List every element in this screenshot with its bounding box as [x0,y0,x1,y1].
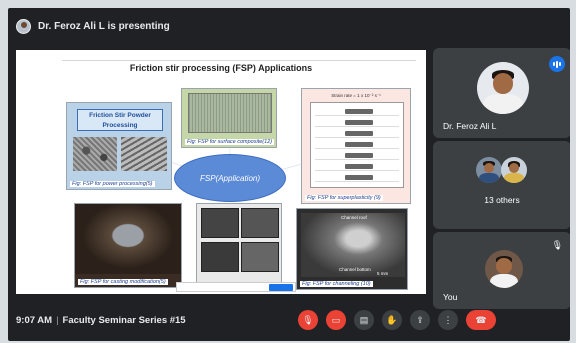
table-row [315,129,399,138]
meeting-info: 9:07 AM | Faculty Seminar Series #15 [16,315,186,326]
meeting-controls: 🎙 ▭ ▤ ✋ ⇪ ⋮ ☎ [298,310,496,330]
fsp-application-label: FSP(Application) [199,173,261,183]
panel-caption: Fig: FSP for surface composite(12) [185,139,275,145]
separator: | [56,315,59,326]
fsp-application-ellipse: FSP(Application) [174,154,286,202]
participant-tile-presenter[interactable]: Dr. Feroz Ali L [433,48,570,138]
micrograph-image [201,242,239,272]
table-row [315,118,399,127]
panel-channeling: Channel roof Channel bottom 5 mm Fig: FS… [296,208,408,290]
more-vert-icon: ⋮ [443,314,453,325]
table-row [315,107,399,116]
panel-powder-title: Friction Stir Powder Processing [77,109,163,131]
panel-caption: Fig: FSP for casting modification(5) [78,279,168,285]
more-options-button[interactable]: ⋮ [438,310,458,330]
camera-toggle-button[interactable]: ▭ [326,310,346,330]
end-call-button[interactable]: ☎ [466,310,496,330]
slide-divider [62,60,416,61]
strain-rate-label: Strain rate = 1 x 10⁻² s⁻¹ [331,93,381,98]
participant-count: 13 others [484,195,520,205]
casting-image [75,204,181,274]
scale-bar-label: 5 mm [377,271,389,276]
micrograph-image [201,208,239,238]
raise-hand-button[interactable]: ✋ [382,310,402,330]
participant-tile-others[interactable]: 13 others [433,141,570,229]
surface-composite-image [188,93,272,133]
panel-micrographs [196,203,282,288]
channel-bottom-label: Channel bottom [339,267,371,272]
end-call-icon: ☎ [475,314,487,325]
control-bar: 9:07 AM | Faculty Seminar Series #15 🎙 ▭ ▤… [8,301,570,341]
panel-surface-composite: Fig: FSP for surface composite(12) [181,88,277,148]
panel-superplasticity: Strain rate = 1 x 10⁻² s⁻¹ Fig: FSP for … [301,88,411,204]
camera-off-icon: ▭ [331,314,341,325]
avatar [476,157,502,183]
present-icon: ⇪ [416,314,424,325]
shared-screen[interactable]: Friction stir processing (FSP) Applicati… [16,50,426,294]
overlay-action-button[interactable] [269,284,293,291]
presenting-banner: Dr. Feroz Ali L is presenting [16,14,170,38]
avatar [477,62,529,114]
table-row [315,140,399,149]
present-button[interactable]: ⇪ [410,310,430,330]
table-row [315,173,399,182]
table-row [315,162,399,171]
meet-window: Dr. Feroz Ali L is presenting Friction s… [8,8,570,341]
meeting-title: Faculty Seminar Series #15 [62,315,186,326]
slide-title: Friction stir processing (FSP) Applicati… [129,63,313,73]
panel-caption: Fig: FSP for power processing(5) [70,181,155,187]
mic-off-icon: 🎙 [551,240,563,250]
panel-casting-modification: Fig: FSP for casting modification(5) [74,203,182,288]
powder-before-image [73,137,117,171]
specimen-table [310,102,404,188]
hand-icon: ✋ [386,314,398,325]
channel-roof-label: Channel roof [341,215,367,220]
clock-time: 9:07 AM [16,315,53,326]
micrograph-image [241,242,279,272]
presenting-text: Dr. Feroz Ali L is presenting [38,20,170,32]
captions-icon: ▤ [359,314,369,325]
mic-toggle-button[interactable]: 🎙 [298,310,318,330]
mic-off-icon: 🎙 [302,314,314,325]
speaking-indicator-icon [549,56,565,72]
panel-powder-processing: Friction Stir Powder Processing Fig: FSP… [66,102,172,190]
captions-button[interactable]: ▤ [354,310,374,330]
presenter-avatar [16,18,31,34]
participant-name: Dr. Feroz Ali L [443,121,497,131]
participant-tile-self[interactable]: 🎙 You [433,232,570,309]
overlay-toolbar[interactable] [176,282,296,292]
avatar [485,250,523,288]
table-row [315,151,399,160]
powder-after-image [121,137,167,171]
avatar [501,157,527,183]
panel-caption: Fig: FSP for channeling (10) [300,281,373,287]
micrograph-image [241,208,279,238]
panel-caption: Fig: FSP for superplasticity (9) [305,195,383,201]
